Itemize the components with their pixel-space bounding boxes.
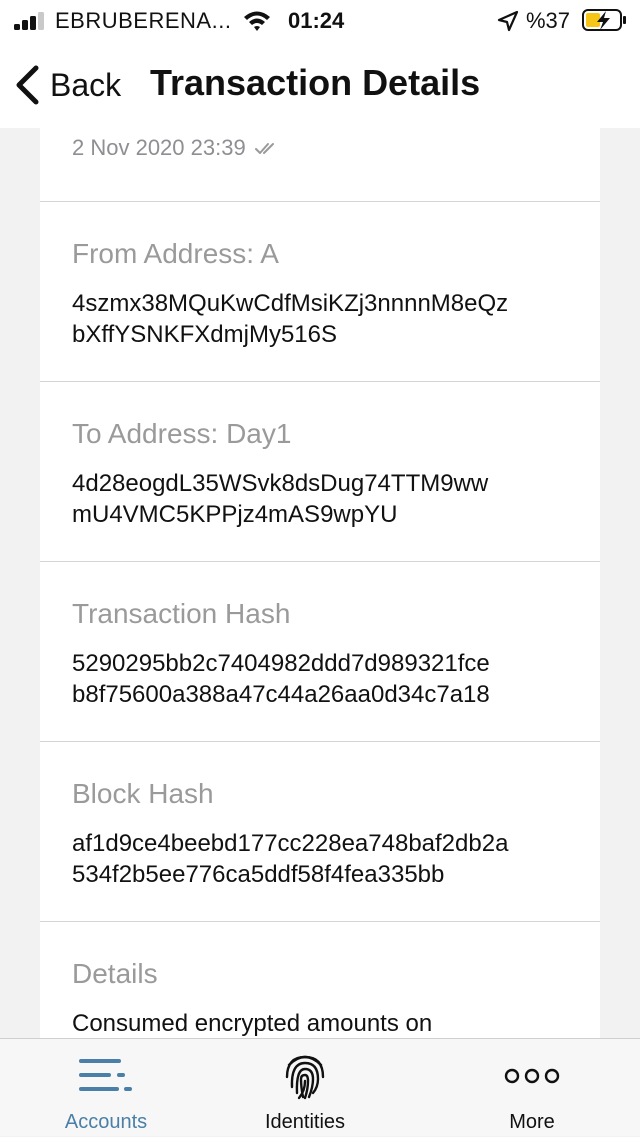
- location-arrow-icon: [497, 10, 519, 32]
- transaction-hash-value: 5290295bb2c7404982ddd7d989321fce b8f7560…: [72, 648, 582, 710]
- to-address-line-2: mU4VMC5KPPjz4mAS9wpYU: [72, 501, 398, 528]
- carrier-name: EBRUBERENA...: [55, 8, 232, 33]
- battery-percent: %37: [526, 8, 571, 33]
- block-hash-section: Block Hash af1d9ce4beebd177cc228ea748baf…: [72, 774, 582, 890]
- block-hash-line-1: af1d9ce4beebd177cc228ea748baf2db2a: [72, 830, 509, 857]
- details-section: Details Consumed encrypted amounts on: [72, 954, 582, 1038]
- transaction-hash-section: Transaction Hash 5290295bb2c7404982ddd7d…: [72, 594, 582, 710]
- divider: [40, 921, 600, 922]
- transaction-hash-line-2: b8f75600a388a47c44a26aa0d34c7a18: [72, 681, 490, 708]
- transaction-hash-line-1: 5290295bb2c7404982ddd7d989321fce: [72, 650, 490, 677]
- transaction-card: 2 Nov 2020 23:39 From Address: A 4szmx38…: [40, 128, 600, 1038]
- transaction-hash-label: Transaction Hash: [72, 598, 291, 629]
- tab-bar: Accounts Identities More: [0, 1038, 640, 1136]
- tab-more-label: More: [509, 1111, 555, 1133]
- fingerprint-icon: [285, 1055, 325, 1100]
- from-address-line-1: 4szmx38MQuKwCdfMsiKZj3nnnnM8eQz: [72, 290, 509, 317]
- to-address-section: To Address: Day1 4d28eogdL35WSvk8dsDug74…: [72, 414, 582, 530]
- wifi-icon: [244, 11, 270, 31]
- details-line-1: Consumed encrypted amounts on: [72, 1010, 433, 1037]
- tab-identities[interactable]: Identities: [205, 1039, 405, 1137]
- page-title: Transaction Details: [150, 62, 481, 103]
- transaction-date-row: 2 Nov 2020 23:39: [72, 132, 280, 164]
- tab-accounts-label: Accounts: [64, 1111, 148, 1133]
- tab-more[interactable]: More: [432, 1039, 632, 1137]
- navigation-bar: Back Transaction Details: [0, 42, 640, 128]
- double-check-icon: [254, 143, 274, 154]
- block-hash-label: Block Hash: [72, 778, 214, 809]
- divider: [40, 201, 600, 202]
- details-value: Consumed encrypted amounts on: [72, 1008, 582, 1038]
- transaction-details-scroll[interactable]: 2 Nov 2020 23:39 From Address: A 4szmx38…: [0, 128, 640, 1038]
- chevron-left-icon: [16, 65, 39, 105]
- cellular-signal-icon: [14, 12, 48, 30]
- to-address-value: 4d28eogdL35WSvk8dsDug74TTM9ww mU4VMC5KPP…: [72, 468, 582, 530]
- accounts-list-icon: [79, 1059, 132, 1091]
- from-address-label: From Address: A: [72, 238, 279, 269]
- back-button-label: Back: [50, 66, 122, 103]
- battery-charging-icon: [582, 9, 626, 31]
- tab-identities-label: Identities: [264, 1111, 346, 1133]
- more-dots-icon: [504, 1068, 560, 1084]
- tab-accounts[interactable]: Accounts: [6, 1039, 206, 1137]
- to-address-line-1: 4d28eogdL35WSvk8dsDug74TTM9ww: [72, 470, 489, 497]
- back-button[interactable]: Back: [12, 62, 121, 108]
- details-label: Details: [72, 958, 158, 989]
- block-hash-line-2: 534f2b5ee776ca5ddf58f4fea335bb: [72, 861, 445, 888]
- from-address-value: 4szmx38MQuKwCdfMsiKZj3nnnnM8eQz bXffYSNK…: [72, 288, 582, 350]
- from-address-line-2: bXffYSNKFXdmjMy516S: [72, 321, 337, 348]
- to-address-label: To Address: Day1: [72, 418, 292, 449]
- status-bar: EBRUBERENA... 01:24 %37: [0, 0, 640, 42]
- transaction-date: 2 Nov 2020 23:39: [72, 135, 246, 160]
- from-address-section: From Address: A 4szmx38MQuKwCdfMsiKZj3nn…: [72, 234, 582, 350]
- status-time: 01:24: [288, 8, 345, 33]
- divider: [40, 741, 600, 742]
- divider: [40, 381, 600, 382]
- divider: [40, 561, 600, 562]
- block-hash-value: af1d9ce4beebd177cc228ea748baf2db2a 534f2…: [72, 828, 582, 890]
